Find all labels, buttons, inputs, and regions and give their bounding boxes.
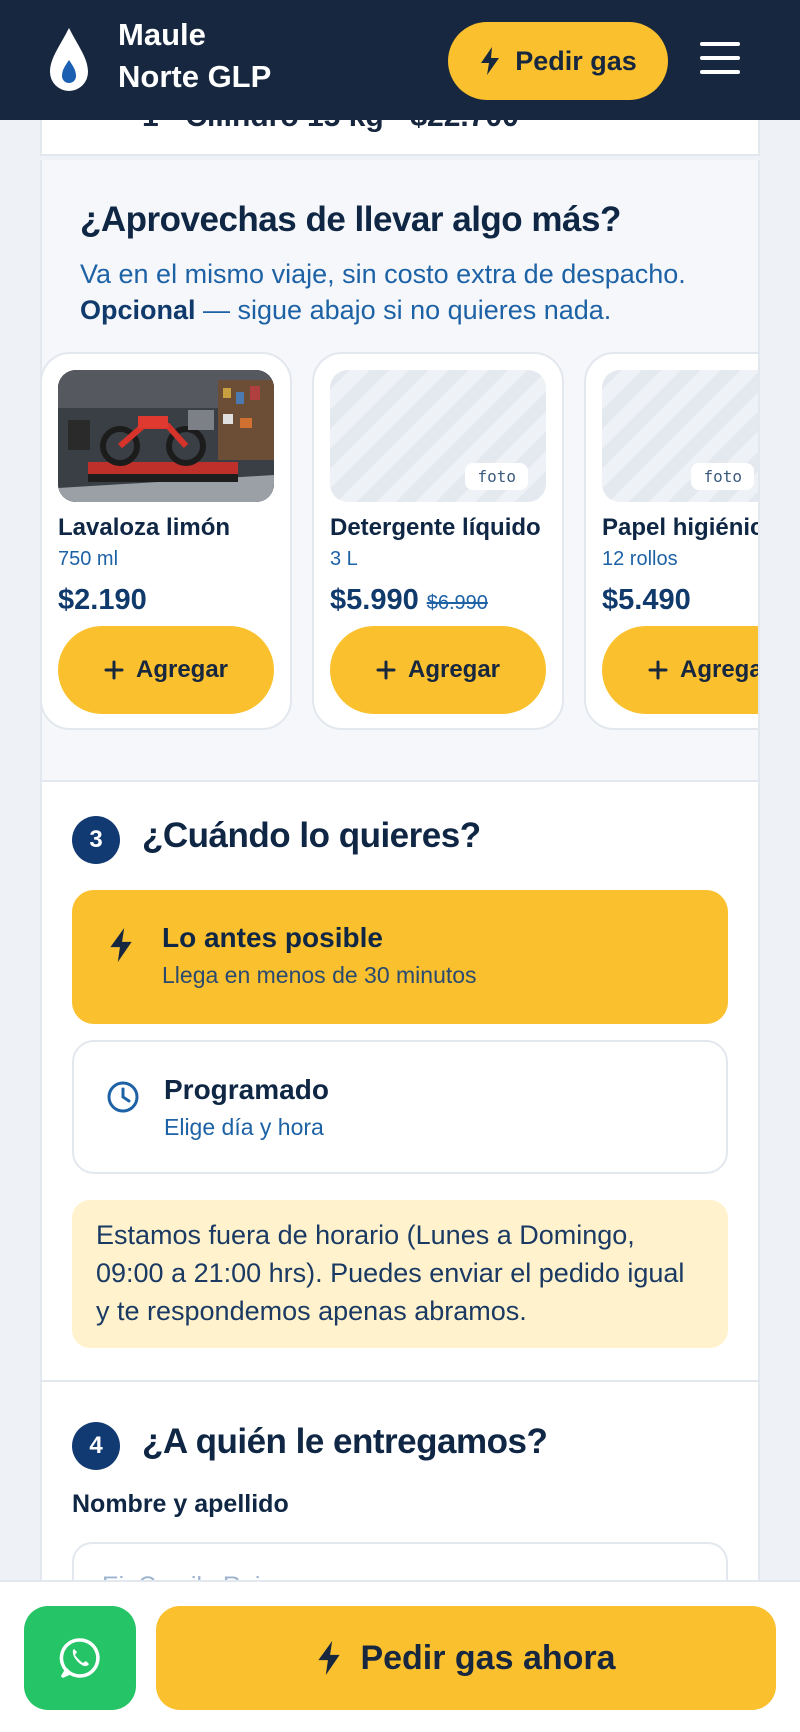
clock-icon	[107, 1081, 139, 1113]
price-current: $5.990	[330, 584, 419, 616]
price-current: $5.490	[602, 584, 691, 616]
brand-line-2: Norte GLP	[118, 59, 272, 94]
product-card: foto Detergente líquido 3 L $5.990 $6.990…	[312, 352, 564, 730]
add-label: Agregar	[135, 656, 229, 683]
optional-rest: — sigue abajo si no quieres nada.	[195, 295, 612, 325]
add-product-button[interactable]: Agregar	[330, 626, 546, 714]
option-subtitle: Llega en menos de 30 minutos	[162, 962, 477, 988]
gas-drop-logo-icon[interactable]	[48, 26, 90, 94]
add-label: Agregar	[679, 656, 758, 683]
product-image-placeholder: foto	[602, 370, 758, 502]
section-title: ¿Cuándo lo quieres?	[142, 816, 481, 855]
header-order-label: Pedir gas	[515, 45, 637, 76]
bolt-icon	[318, 1641, 341, 1675]
delivery-time-section: 3 ¿Cuándo lo quieres? Lo antes posible L…	[40, 780, 760, 1380]
hamburger-menu-icon[interactable]	[700, 42, 740, 74]
top-header: Maule Norte GLP Pedir gas	[0, 0, 800, 120]
bolt-icon	[110, 928, 132, 962]
upsell-title: ¿Aprovechas de llevar algo más?	[80, 200, 621, 239]
upsell-optional-line: Opcional — sigue abajo si no quieres nad…	[80, 292, 758, 328]
product-price: $5.990 $6.990	[330, 584, 488, 617]
add-product-button[interactable]: Agregar	[58, 626, 274, 714]
plus-icon	[376, 660, 396, 680]
product-name: Lavaloza limón	[58, 514, 231, 541]
product-image-placeholder: foto	[330, 370, 546, 502]
whatsapp-icon	[59, 1638, 100, 1678]
step-number-badge: 3	[72, 816, 120, 864]
placeholder-label: foto	[691, 463, 754, 490]
price-original: $6.990	[426, 592, 488, 614]
whatsapp-button[interactable]	[24, 1606, 136, 1710]
product-card: foto Papel higiénico 12 rollos $5.490 Ag…	[584, 352, 758, 730]
product-price: $2.190	[58, 584, 147, 617]
header-order-button[interactable]: Pedir gas	[448, 22, 668, 100]
step-number-badge: 4	[72, 1422, 120, 1470]
bolt-icon	[481, 47, 500, 75]
section-title: ¿A quién le entregamos?	[142, 1422, 548, 1461]
product-name: Papel higiénico	[602, 514, 758, 541]
option-title: Lo antes posible	[162, 922, 383, 953]
out-of-hours-notice: Estamos fuera de horario (Lunes a Doming…	[72, 1200, 728, 1348]
product-card: Lavaloza limón 750 ml $2.190 Agregar	[42, 352, 292, 730]
placeholder-label: foto	[465, 463, 528, 490]
product-name: Detergente líquido	[330, 514, 541, 541]
product-price: $5.490	[602, 584, 691, 617]
plus-icon	[648, 660, 668, 680]
product-photo	[58, 370, 274, 502]
product-size: 750 ml	[58, 548, 119, 570]
order-gas-now-button[interactable]: Pedir gas ahora	[156, 1606, 776, 1710]
plus-icon	[104, 660, 124, 680]
name-field-label: Nombre y apellido	[72, 1490, 289, 1518]
add-label: Agregar	[407, 656, 501, 683]
order-label: Pedir gas ahora	[360, 1638, 616, 1677]
bottom-action-bar: Pedir gas ahora	[0, 1580, 800, 1732]
optional-bold: Opcional	[80, 295, 196, 325]
brand-line-1: Maule	[118, 17, 206, 52]
motorcycle-workshop-image	[58, 370, 274, 502]
product-size: 3 L	[330, 548, 358, 570]
product-size: 12 rollos	[602, 548, 678, 570]
option-subtitle: Elige día y hora	[164, 1114, 324, 1140]
option-scheduled[interactable]: Programado Elige día y hora	[72, 1040, 728, 1174]
upsell-subtitle: Va en el mismo viaje, sin costo extra de…	[80, 256, 758, 328]
option-asap[interactable]: Lo antes posible Llega en menos de 30 mi…	[72, 890, 728, 1024]
price-current: $2.190	[58, 584, 147, 616]
add-product-button[interactable]: Agregar	[602, 626, 758, 714]
upsell-section: ¿Aprovechas de llevar algo más? Va en el…	[40, 160, 760, 780]
brand-name[interactable]: Maule Norte GLP	[118, 14, 271, 98]
upsell-subtitle-line: Va en el mismo viaje, sin costo extra de…	[80, 259, 686, 289]
option-title: Programado	[164, 1074, 329, 1105]
